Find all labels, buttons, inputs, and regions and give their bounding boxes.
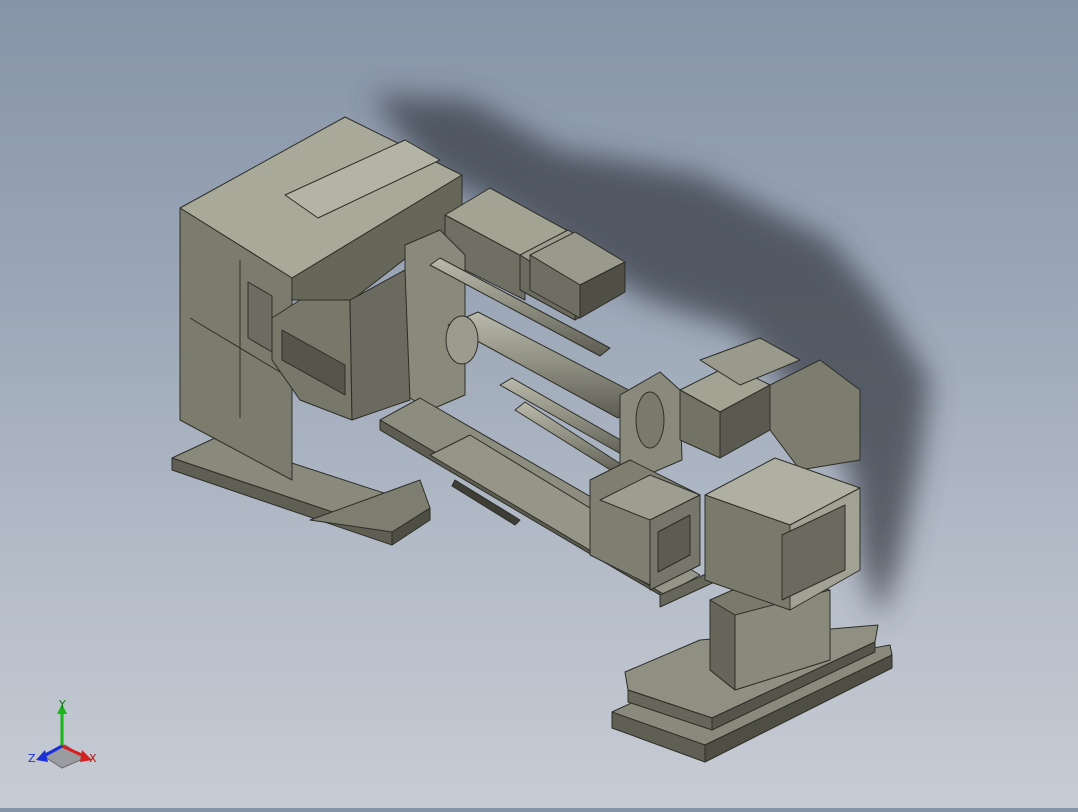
z-axis-arrow <box>36 750 48 762</box>
x-axis-label: X <box>89 752 97 765</box>
left-base-plate <box>171 437 431 546</box>
coordinate-triad: Y X Z <box>28 698 97 769</box>
machine-model[interactable] <box>171 116 893 763</box>
cad-viewport[interactable]: Y X Z <box>0 0 1078 808</box>
z-axis-label: Z <box>28 752 36 765</box>
y-axis-label: Y <box>58 698 66 711</box>
right-cabinet <box>704 457 861 611</box>
